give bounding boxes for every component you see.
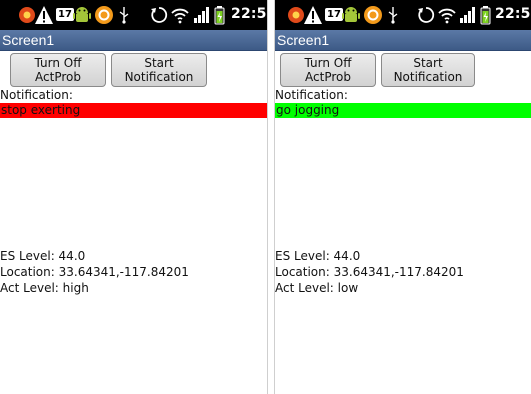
status-bar: 17 22:5 — [0, 0, 267, 30]
status-clock: 22:56 — [495, 6, 531, 22]
sync-orange-icon — [364, 6, 382, 24]
rotate-sync-icon — [418, 7, 435, 23]
app-title-bar: Screen1 — [0, 30, 267, 51]
battery-icon — [480, 6, 491, 25]
notification-banner: stop exerting — [0, 103, 267, 118]
location-text: Location: 33.64341,-117.84201 — [275, 265, 464, 279]
android-robot-icon — [73, 7, 91, 22]
location-text: Location: 33.64341,-117.84201 — [0, 265, 189, 279]
act-level-text: Act Level: low — [275, 281, 359, 295]
screen-title: Screen1 — [277, 32, 330, 48]
battery-icon — [214, 6, 225, 25]
phone-screen-left: 17 22:5 Screen1 Turn Off ActProb Start N… — [0, 0, 267, 394]
wifi-icon — [438, 8, 456, 24]
app-title-bar: Screen1 — [275, 30, 531, 51]
usb-icon — [388, 7, 398, 24]
signal-icon — [194, 7, 209, 23]
screenshot-divider — [267, 0, 275, 394]
sync-orange-icon — [95, 6, 113, 24]
notification-banner: go jogging — [275, 103, 531, 118]
status-clock: 22:57 — [231, 6, 267, 22]
signal-icon — [460, 7, 475, 23]
status-bar: 17 22:5 — [275, 0, 531, 30]
notification-text: stop exerting — [1, 103, 81, 117]
usb-icon — [119, 7, 129, 24]
start-notification-button[interactable]: Start Notification — [111, 53, 207, 87]
turn-off-actprob-button[interactable]: Turn Off ActProb — [280, 53, 376, 87]
phone-screen-right: 17 22:5 Screen1 Turn Off ActProb Start N… — [275, 0, 531, 394]
wifi-icon — [171, 8, 189, 24]
screen-title: Screen1 — [2, 32, 55, 48]
es-level-text: ES Level: 44.0 — [275, 249, 361, 263]
notification-label: Notification: — [0, 88, 73, 102]
start-notification-button[interactable]: Start Notification — [381, 53, 475, 87]
act-level-text: Act Level: high — [0, 281, 89, 295]
android-robot-icon — [342, 7, 360, 22]
warning-icon — [304, 6, 322, 24]
warning-icon — [35, 6, 53, 24]
rotate-sync-icon — [151, 7, 168, 23]
es-level-text: ES Level: 44.0 — [0, 249, 86, 263]
notification-text: go jogging — [276, 103, 340, 117]
notification-label: Notification: — [275, 88, 348, 102]
turn-off-actprob-button[interactable]: Turn Off ActProb — [10, 53, 106, 87]
